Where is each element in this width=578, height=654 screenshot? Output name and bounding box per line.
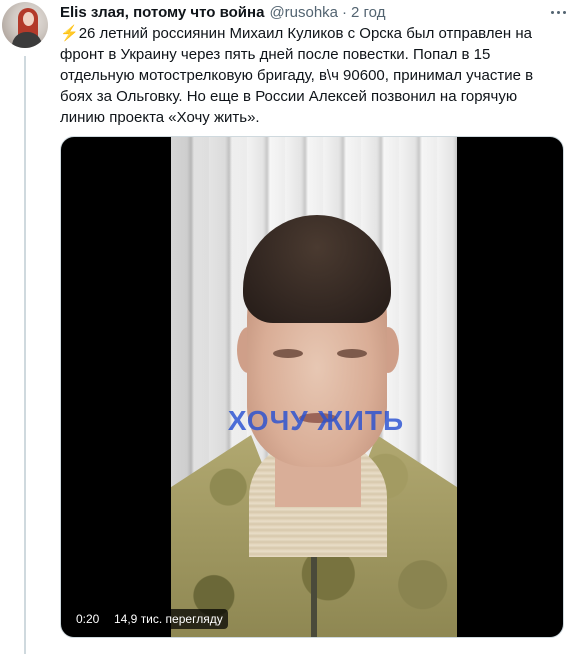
more-options-icon[interactable] (546, 2, 570, 22)
author-handle[interactable]: @rusohka (269, 3, 338, 23)
avatar-face (23, 12, 34, 26)
avatar[interactable] (2, 2, 48, 48)
video-frame: ХОЧУ ЖИТЬ (171, 137, 457, 637)
video-player[interactable]: ХОЧУ ЖИТЬ 0:20 14,9 тис. перегляду (60, 136, 564, 638)
tweet-header: Elis злая, потому что война @rusohka · 2… (60, 3, 568, 23)
more-dot (556, 10, 560, 14)
person-eye-right (337, 349, 367, 358)
separator-dot: · (342, 4, 348, 21)
video-view-count: 14,9 тис. перегляду (109, 609, 228, 629)
tweet[interactable]: Elis злая, потому что война @rusohka · 2… (0, 0, 578, 654)
thread-line (24, 56, 26, 654)
more-dot (562, 10, 566, 14)
person-eye-left (273, 349, 303, 358)
author-name[interactable]: Elis злая, потому что война (60, 3, 264, 23)
jacket-zipper (311, 557, 317, 637)
video-watermark: ХОЧУ ЖИТЬ (227, 405, 405, 436)
tweet-text-block: ⚡26 летний россиянин Михаил Куликов с Ор… (60, 23, 560, 128)
video-duration: 0:20 (71, 609, 105, 629)
tweet-text: 26 летний россиянин Михаил Куликов с Орс… (60, 25, 534, 126)
high-voltage-icon: ⚡ (60, 25, 79, 42)
more-dot (550, 10, 554, 14)
tweet-time[interactable]: 2 год (351, 3, 385, 23)
